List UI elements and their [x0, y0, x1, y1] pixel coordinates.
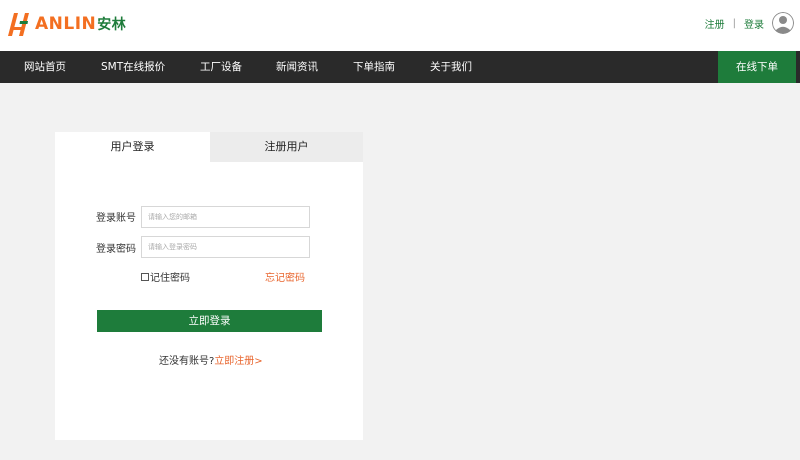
login-link[interactable]: 登录 [744, 16, 764, 31]
logo[interactable]: ANLIN安林 [6, 10, 126, 38]
forgot-password-link[interactable]: 忘记密码 [265, 269, 305, 284]
nav-item-equipment[interactable]: 工厂设备 [200, 51, 242, 83]
register-link[interactable]: 注册 [705, 16, 725, 31]
top-links: 注册 | 登录 [705, 12, 794, 34]
login-card: 用户登录 注册用户 登录账号 登录密码 记住密码 忘记密码 立即登录 还没有账号… [55, 132, 363, 440]
nav-item-news[interactable]: 新闻资讯 [276, 51, 318, 83]
tab-user-login[interactable]: 用户登录 [55, 132, 210, 162]
user-avatar-icon[interactable] [772, 12, 794, 34]
signup-link[interactable]: 立即注册> [214, 356, 262, 367]
signup-prompt: 还没有账号?立即注册> [159, 352, 263, 367]
header: ANLIN安林 注册 | 登录 [0, 0, 800, 51]
account-label: 登录账号 [96, 213, 136, 224]
remember-password[interactable]: 记住密码 [141, 269, 190, 284]
online-order-button[interactable]: 在线下单 [718, 51, 796, 83]
remember-label: 记住密码 [150, 273, 190, 284]
login-button[interactable]: 立即登录 [97, 310, 322, 332]
link-separator: | [732, 17, 736, 29]
email-input[interactable] [141, 206, 310, 228]
password-input[interactable] [141, 236, 310, 258]
nav-item-order-guide[interactable]: 下单指南 [353, 51, 395, 83]
anlin-logo-icon [8, 13, 29, 36]
nav-item-smt-quote[interactable]: SMT在线报价 [101, 51, 165, 83]
remember-checkbox[interactable] [141, 272, 149, 281]
password-label: 登录密码 [96, 244, 136, 255]
no-account-text: 还没有账号? [159, 356, 215, 367]
nav-item-home[interactable]: 网站首页 [24, 51, 66, 83]
logo-wordmark: ANLIN安林 [35, 14, 127, 34]
nav-item-about[interactable]: 关于我们 [430, 51, 472, 83]
main-nav: 网站首页 SMT在线报价 工厂设备 新闻资讯 下单指南 关于我们 在线下单 [0, 51, 800, 83]
tab-register-user[interactable]: 注册用户 [210, 132, 363, 162]
